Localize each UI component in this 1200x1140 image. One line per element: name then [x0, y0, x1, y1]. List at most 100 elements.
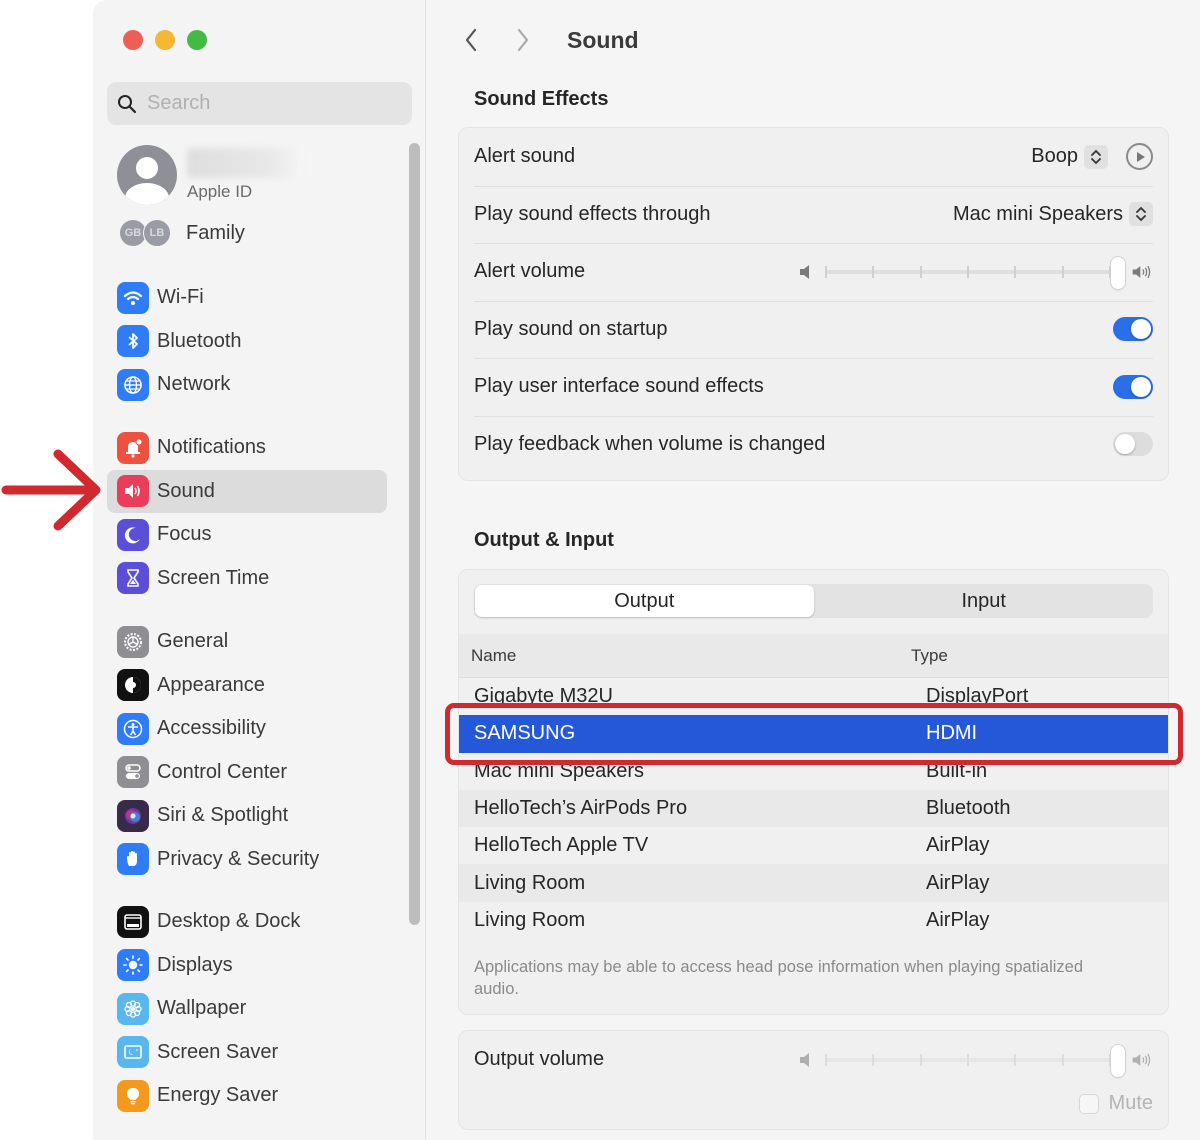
sidebar-item-desktop-dock[interactable]: Desktop & Dock — [107, 900, 387, 944]
sidebar-group-notifications: Notifications Sound Focus Screen Time — [107, 426, 387, 600]
device-name: Living Room — [474, 871, 586, 894]
sidebar-item-network[interactable]: Network — [107, 363, 387, 407]
sidebar-item-accessibility[interactable]: Accessibility — [107, 707, 387, 751]
sidebar-item-label: Displays — [157, 953, 233, 976]
sidebar-item-label: Network — [157, 373, 231, 396]
chevron-updown-icon — [1136, 206, 1146, 222]
sidebar-item-label: General — [157, 630, 229, 653]
speaker-icon — [117, 475, 149, 508]
speaker-low-icon — [800, 264, 809, 279]
slider-thumb[interactable] — [1111, 1044, 1125, 1077]
mute-checkbox[interactable] — [1078, 1093, 1099, 1114]
search-field[interactable] — [107, 82, 412, 125]
sidebar-group-network: Wi-Fi Bluetooth Network — [107, 276, 387, 407]
play-icon — [1136, 151, 1145, 162]
output-volume-track[interactable] — [825, 1044, 1125, 1077]
volume-feedback-label: Play feedback when volume is changed — [474, 432, 826, 455]
sidebar-group-desktop: Desktop & Dock Displays Wallpaper Screen Sa… — [107, 900, 387, 1118]
alert-sound-popup[interactable]: Boop — [1031, 145, 1078, 168]
search-input[interactable] — [147, 92, 397, 115]
tab-output[interactable]: Output — [475, 585, 814, 617]
sidebar-item-family[interactable]: GB LB Family — [119, 218, 245, 248]
output-volume-slider[interactable] — [797, 1044, 1153, 1077]
mute-label: Mute — [1108, 1092, 1153, 1114]
sidebar-item-control-center[interactable]: Control Center — [107, 751, 387, 795]
gear-icon — [117, 625, 149, 658]
family-avatar: LB — [143, 219, 171, 247]
slider-thumb[interactable] — [1111, 256, 1125, 289]
flower-icon — [117, 992, 149, 1025]
page-title: Sound — [567, 26, 639, 53]
sidebar-item-focus[interactable]: Focus — [107, 513, 387, 557]
hourglass-icon — [117, 562, 149, 595]
slider-tick — [1061, 265, 1064, 278]
sidebar-item-label: Wallpaper — [157, 997, 247, 1020]
column-header-name[interactable]: Name — [459, 646, 911, 666]
sound-effects-card: Alert sound Boop Play sound effects thro… — [458, 127, 1169, 481]
lightbulb-icon — [117, 1079, 149, 1112]
sidebar-item-label: Privacy & Security — [157, 847, 320, 870]
sidebar: Apple ID GB LB Family Wi-Fi Bluetooth Netw… — [93, 0, 426, 1140]
sidebar-item-general[interactable]: General — [107, 620, 387, 664]
bell-icon — [117, 431, 149, 464]
account-name-redacted — [187, 148, 302, 178]
startup-sound-label: Play sound on startup — [474, 317, 668, 340]
sidebar-item-screen-time[interactable]: Screen Time — [107, 557, 387, 601]
output-input-card: Output Input Name Type Gigabyte M32U Disp… — [458, 569, 1169, 1015]
accessibility-icon — [117, 712, 149, 745]
sidebar-item-siri-spotlight[interactable]: Siri & Spotlight — [107, 794, 387, 838]
speaker-high-icon — [1132, 265, 1151, 278]
alert-volume-slider[interactable] — [797, 256, 1153, 289]
traffic-lights — [123, 30, 207, 50]
sidebar-item-appearance[interactable]: Appearance — [107, 664, 387, 708]
zoom-window-button[interactable] — [187, 30, 207, 50]
startup-sound-toggle[interactable] — [1113, 317, 1153, 342]
sidebar-scrollbar[interactable] — [409, 143, 420, 925]
sidebar-item-bluetooth[interactable]: Bluetooth — [107, 320, 387, 364]
sidebar-item-notifications[interactable]: Notifications — [107, 426, 387, 470]
sun-icon — [117, 949, 149, 982]
tab-input[interactable]: Input — [815, 584, 1154, 618]
play-alert-button[interactable] — [1126, 143, 1153, 171]
column-header-type[interactable]: Type — [911, 646, 948, 666]
table-row[interactable]: Living Room AirPlay — [459, 901, 1168, 940]
table-row[interactable]: Living Room AirPlay — [459, 864, 1168, 902]
minimize-window-button[interactable] — [155, 30, 175, 50]
sidebar-item-screen-saver[interactable]: Screen Saver — [107, 1031, 387, 1075]
back-button[interactable] — [457, 22, 485, 58]
sidebar-item-privacy-security[interactable]: Privacy & Security — [107, 838, 387, 882]
sidebar-item-energy-saver[interactable]: Energy Saver — [107, 1074, 387, 1118]
output-volume-row: Output volume — [459, 1031, 1168, 1089]
main-pane: Sound Sound Effects Alert sound Boop Pla… — [427, 0, 1200, 1140]
table-row[interactable]: HelloTech’s AirPods Pro Bluetooth — [459, 789, 1168, 828]
sidebar-item-wi-fi[interactable]: Wi-Fi — [107, 276, 387, 320]
slider-tick — [919, 1053, 922, 1066]
chevron-updown-icon — [1091, 149, 1101, 165]
alert-sound-row: Alert sound Boop — [459, 128, 1168, 186]
close-window-button[interactable] — [123, 30, 143, 50]
sidebar-item-sound[interactable]: Sound — [107, 469, 387, 513]
sidebar-item-wallpaper[interactable]: Wallpaper — [107, 987, 387, 1031]
slider-tick — [967, 1053, 969, 1066]
forward-button[interactable] — [509, 22, 537, 58]
device-type: AirPlay — [926, 908, 990, 931]
slider-tick — [1061, 1053, 1064, 1066]
play-through-popup[interactable]: Mac mini Speakers — [953, 203, 1123, 226]
alert-sound-stepper[interactable] — [1084, 144, 1108, 169]
ui-sound-effects-toggle[interactable] — [1113, 374, 1153, 399]
sidebar-item-label: Accessibility — [157, 717, 266, 740]
sidebar-item-displays[interactable]: Displays — [107, 944, 387, 988]
apple-id-account[interactable]: Apple ID — [117, 145, 302, 205]
device-name: HelloTech Apple TV — [474, 834, 649, 857]
annotation-highlight-box — [445, 703, 1183, 765]
search-icon — [118, 94, 137, 113]
volume-feedback-toggle[interactable] — [1113, 432, 1153, 457]
slider-tick — [1014, 265, 1017, 278]
alert-volume-label: Alert volume — [474, 260, 586, 283]
dock-icon — [117, 905, 149, 938]
slider-tick — [967, 265, 969, 278]
table-row[interactable]: HelloTech Apple TV AirPlay — [459, 827, 1168, 865]
play-through-stepper[interactable] — [1129, 202, 1153, 227]
bluetooth-icon — [117, 325, 149, 358]
alert-volume-track[interactable] — [825, 256, 1125, 289]
